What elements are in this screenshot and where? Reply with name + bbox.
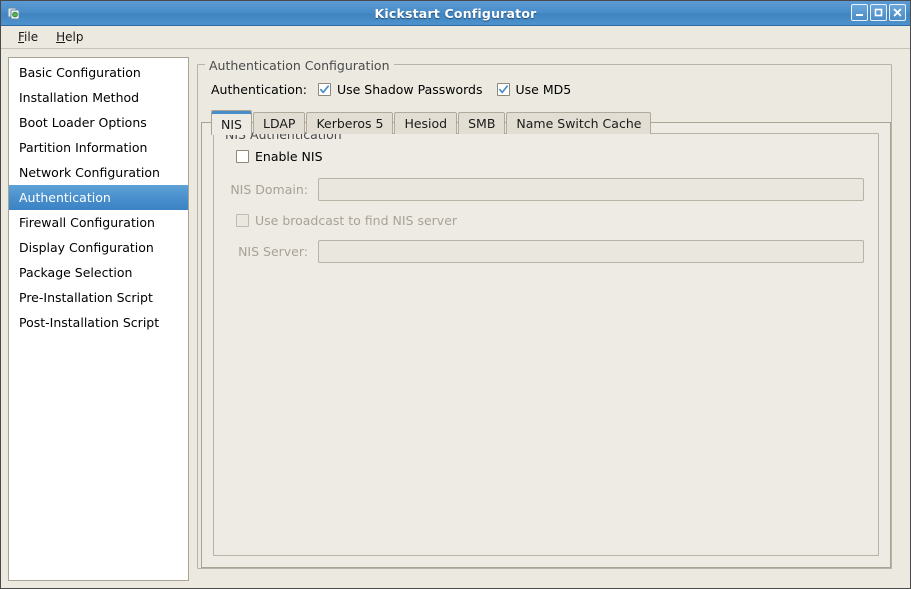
tab-nis[interactable]: NIS xyxy=(211,110,252,135)
nis-server-label: NIS Server: xyxy=(224,244,308,259)
authentication-configuration-group: Authentication Configuration Authenticat… xyxy=(197,64,892,569)
kickstart-configurator-window: Kickstart Configurator File Help Basic C… xyxy=(0,0,911,589)
tab-hesiod[interactable]: Hesiod xyxy=(394,112,457,134)
checkbox-unchecked-icon[interactable] xyxy=(236,214,249,227)
row-nis-server: NIS Server: xyxy=(224,240,868,263)
tab-label: Name Switch Cache xyxy=(516,116,641,131)
window-title: Kickstart Configurator xyxy=(1,6,910,21)
row-enable-nis: Enable NIS xyxy=(224,149,868,164)
sidebar-item-label: Pre-Installation Script xyxy=(19,290,153,305)
sidebar-item-display-configuration[interactable]: Display Configuration xyxy=(9,235,188,260)
sidebar-item-post-installation-script[interactable]: Post-Installation Script xyxy=(9,310,188,335)
menu-item-file-rest: ile xyxy=(24,30,38,44)
main-body: Basic Configuration Installation Method … xyxy=(1,50,910,588)
menubar: File Help xyxy=(1,26,910,49)
nis-authentication-group: NIS Authentication Enable NIS NIS Domain… xyxy=(213,133,879,556)
checkbox-use-shadow-passwords[interactable]: Use Shadow Passwords xyxy=(318,82,483,97)
sidebar-item-label: Basic Configuration xyxy=(19,65,141,80)
sidebar-item-label: Package Selection xyxy=(19,265,132,280)
window-controls xyxy=(851,4,906,21)
tab-label: Hesiod xyxy=(404,116,447,131)
close-icon[interactable] xyxy=(889,4,906,21)
sidebar-item-installation-method[interactable]: Installation Method xyxy=(9,85,188,110)
sidebar-item-label: Partition Information xyxy=(19,140,147,155)
sidebar-item-package-selection[interactable]: Package Selection xyxy=(9,260,188,285)
menu-item-file[interactable]: File xyxy=(9,28,47,46)
sidebar-item-basic-configuration[interactable]: Basic Configuration xyxy=(9,60,188,85)
sidebar-item-label: Post-Installation Script xyxy=(19,315,159,330)
row-use-broadcast: Use broadcast to find NIS server xyxy=(224,213,868,228)
tab-kerberos-5[interactable]: Kerberos 5 xyxy=(306,112,393,134)
sidebar-item-partition-information[interactable]: Partition Information xyxy=(9,135,188,160)
menu-item-help[interactable]: Help xyxy=(47,28,92,46)
window-titlebar[interactable]: Kickstart Configurator xyxy=(1,1,910,26)
sidebar-item-network-configuration[interactable]: Network Configuration xyxy=(9,160,188,185)
nis-domain-label: NIS Domain: xyxy=(224,182,308,197)
navigation-sidebar[interactable]: Basic Configuration Installation Method … xyxy=(8,57,189,581)
authentication-options-row: Authentication: Use Shadow Passwords Use… xyxy=(211,78,881,100)
sidebar-item-firewall-configuration[interactable]: Firewall Configuration xyxy=(9,210,188,235)
nis-server-input[interactable] xyxy=(318,240,864,263)
checkbox-label: Use broadcast to find NIS server xyxy=(255,213,457,228)
checkbox-use-broadcast[interactable]: Use broadcast to find NIS server xyxy=(236,213,457,228)
sidebar-item-label: Installation Method xyxy=(19,90,139,105)
tab-panel-nis: NIS Authentication Enable NIS NIS Domain… xyxy=(201,122,891,568)
content-panel: Authentication Configuration Authenticat… xyxy=(197,57,903,581)
checkbox-label: Enable NIS xyxy=(255,149,323,164)
application-icon xyxy=(5,4,23,22)
tab-ldap[interactable]: LDAP xyxy=(253,112,305,134)
authentication-label: Authentication: xyxy=(211,82,307,97)
tab-name-switch-cache[interactable]: Name Switch Cache xyxy=(506,112,651,134)
checkbox-use-md5[interactable]: Use MD5 xyxy=(497,82,572,97)
checkbox-checked-icon[interactable] xyxy=(318,83,331,96)
tab-label: Kerberos 5 xyxy=(316,116,383,131)
group-title-authentication-configuration: Authentication Configuration xyxy=(205,58,394,73)
minimize-icon[interactable] xyxy=(851,4,868,21)
checkbox-label: Use Shadow Passwords xyxy=(337,82,483,97)
checkbox-checked-icon[interactable] xyxy=(497,83,510,96)
tab-label: NIS xyxy=(221,117,242,132)
sidebar-item-label: Network Configuration xyxy=(19,165,160,180)
nis-domain-input[interactable] xyxy=(318,178,864,201)
sidebar-item-boot-loader-options[interactable]: Boot Loader Options xyxy=(9,110,188,135)
sidebar-item-pre-installation-script[interactable]: Pre-Installation Script xyxy=(9,285,188,310)
sidebar-item-label: Authentication xyxy=(19,190,111,205)
tab-label: SMB xyxy=(468,116,495,131)
maximize-icon[interactable] xyxy=(870,4,887,21)
tab-label: LDAP xyxy=(263,116,295,131)
menu-item-help-rest: elp xyxy=(65,30,83,44)
checkbox-unchecked-icon[interactable] xyxy=(236,150,249,163)
row-nis-domain: NIS Domain: xyxy=(224,178,868,201)
tab-smb[interactable]: SMB xyxy=(458,112,505,134)
sidebar-item-authentication[interactable]: Authentication xyxy=(9,185,188,210)
checkbox-label: Use MD5 xyxy=(516,82,572,97)
sidebar-item-label: Boot Loader Options xyxy=(19,115,147,130)
authentication-tabs[interactable]: NIS LDAP Kerberos 5 Hesiod SMB Name Swit… xyxy=(211,109,881,134)
sidebar-item-label: Firewall Configuration xyxy=(19,215,155,230)
checkbox-enable-nis[interactable]: Enable NIS xyxy=(236,149,323,164)
sidebar-item-label: Display Configuration xyxy=(19,240,154,255)
